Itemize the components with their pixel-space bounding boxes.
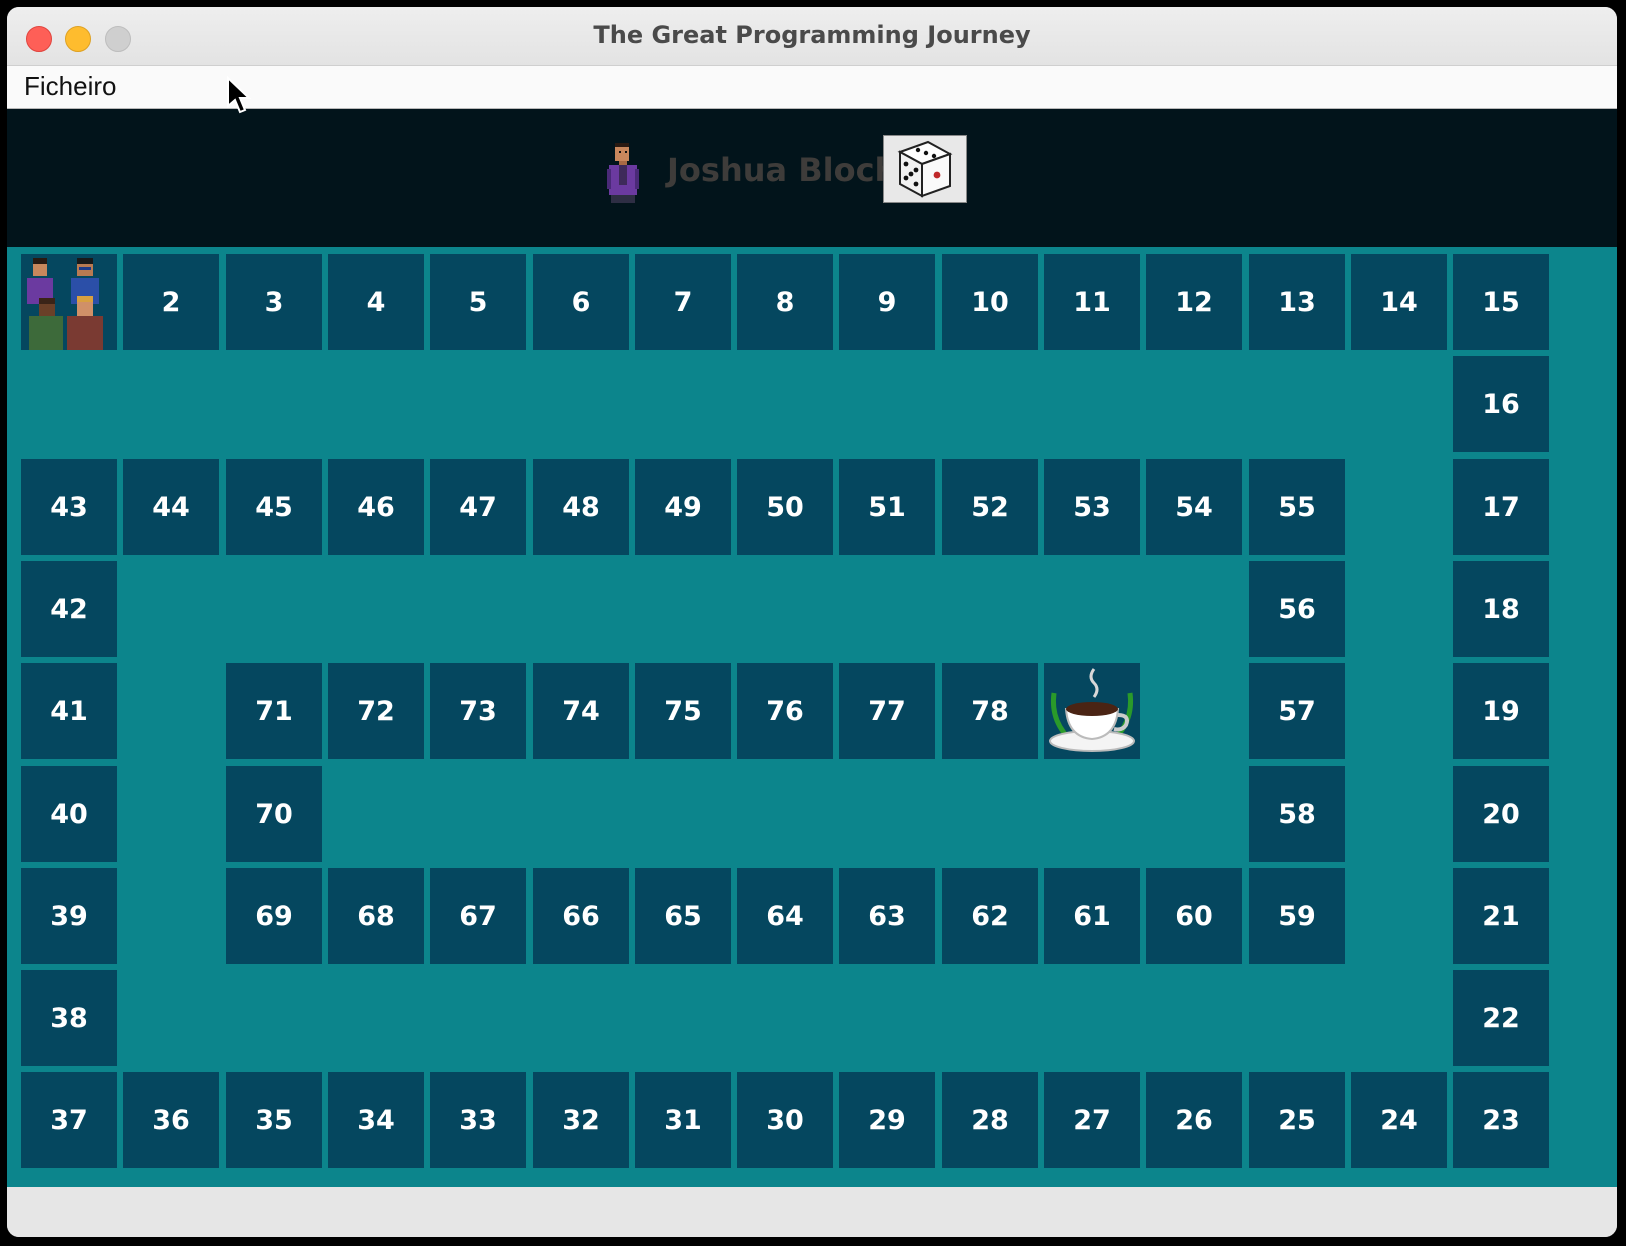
players-group-icon — [27, 258, 103, 350]
board-cell: 68 — [328, 868, 424, 964]
board-cell: 56 — [1249, 561, 1345, 657]
board-cell: 19 — [1453, 663, 1549, 759]
board-cell: 65 — [635, 868, 731, 964]
board-cell: 20 — [1453, 766, 1549, 862]
board-cell: 36 — [123, 1072, 219, 1168]
window-bottom-strip — [7, 1187, 1617, 1237]
board-cell: 26 — [1146, 1072, 1242, 1168]
board-cell: 7 — [635, 254, 731, 350]
board-cell: 14 — [1351, 254, 1447, 350]
board-cell: 71 — [226, 663, 322, 759]
board-cell-start — [21, 254, 117, 350]
board-cell: 22 — [1453, 970, 1549, 1066]
board-cell: 6 — [533, 254, 629, 350]
board-cell: 32 — [533, 1072, 629, 1168]
turn-header: Joshua Bloch — [7, 109, 1617, 247]
board-cell: 45 — [226, 459, 322, 555]
board-cell: 41 — [21, 663, 117, 759]
board-cell: 53 — [1044, 459, 1140, 555]
board-cell: 10 — [942, 254, 1038, 350]
current-player-name: Joshua Bloch — [667, 151, 898, 189]
board-cell: 8 — [737, 254, 833, 350]
board-cell: 66 — [533, 868, 629, 964]
board-cell: 54 — [1146, 459, 1242, 555]
roll-dice-button[interactable] — [883, 135, 967, 203]
board-cell: 49 — [635, 459, 731, 555]
board-cell: 15 — [1453, 254, 1549, 350]
board-cell: 5 — [430, 254, 526, 350]
menu-file[interactable]: Ficheiro — [24, 71, 116, 102]
board-cell: 73 — [430, 663, 526, 759]
board-cell: 52 — [942, 459, 1038, 555]
app-window: The Great Programming Journey Ficheiro J… — [7, 7, 1617, 1237]
board-cell: 60 — [1146, 868, 1242, 964]
board-cell: 74 — [533, 663, 629, 759]
board-cell: 59 — [1249, 868, 1345, 964]
board-cell: 23 — [1453, 1072, 1549, 1168]
game-board: 2 3 4 5 6 7 8 9 10 11 12 13 14 15 16 17 18 19 20 21 22 23 24 25… — [7, 247, 1617, 1187]
board-cell: 77 — [839, 663, 935, 759]
board-cell: 50 — [737, 459, 833, 555]
board-cell: 61 — [1044, 868, 1140, 964]
board-cell: 42 — [21, 561, 117, 657]
board-cell: 63 — [839, 868, 935, 964]
board-cell: 55 — [1249, 459, 1345, 555]
board-cell: 69 — [226, 868, 322, 964]
mouse-pointer-icon — [227, 76, 252, 114]
board-cell: 62 — [942, 868, 1038, 964]
board-cell: 34 — [328, 1072, 424, 1168]
board-cell: 18 — [1453, 561, 1549, 657]
board-cell: 75 — [635, 663, 731, 759]
window-title: The Great Programming Journey — [593, 21, 1031, 49]
board-cell: 46 — [328, 459, 424, 555]
board-cell: 11 — [1044, 254, 1140, 350]
board-cell: 31 — [635, 1072, 731, 1168]
board-cell: 12 — [1146, 254, 1242, 350]
board-cell: 2 — [123, 254, 219, 350]
board-cell: 58 — [1249, 766, 1345, 862]
board-cell: 78 — [942, 663, 1038, 759]
board-cell: 67 — [430, 868, 526, 964]
board-cell: 40 — [21, 766, 117, 862]
board-cell: 76 — [737, 663, 833, 759]
board-cell: 28 — [942, 1072, 1038, 1168]
board-cell: 72 — [328, 663, 424, 759]
board-cell: 24 — [1351, 1072, 1447, 1168]
board-cell: 43 — [21, 459, 117, 555]
board-cell: 48 — [533, 459, 629, 555]
board-cell: 3 — [226, 254, 322, 350]
board-cell: 33 — [430, 1072, 526, 1168]
board-cell: 9 — [839, 254, 935, 350]
board-cell: 64 — [737, 868, 833, 964]
board-cell: 47 — [430, 459, 526, 555]
board-cell: 57 — [1249, 663, 1345, 759]
board-cell: 27 — [1044, 1072, 1140, 1168]
board-cell: 4 — [328, 254, 424, 350]
board-cell: 21 — [1453, 868, 1549, 964]
board-cell: 35 — [226, 1072, 322, 1168]
board-cell: 13 — [1249, 254, 1345, 350]
board-cell: 39 — [21, 868, 117, 964]
dice-icon — [897, 140, 953, 198]
board-cell: 44 — [123, 459, 219, 555]
board-cell: 70 — [226, 766, 322, 862]
board-cell: 37 — [21, 1072, 117, 1168]
coffee-cup-icon — [1049, 668, 1135, 752]
board-cell: 17 — [1453, 459, 1549, 555]
board-cell: 16 — [1453, 356, 1549, 452]
board-cell: 51 — [839, 459, 935, 555]
board-cell: 29 — [839, 1072, 935, 1168]
player-avatar-icon — [607, 143, 639, 203]
board-cell: 25 — [1249, 1072, 1345, 1168]
board-cell: 38 — [21, 970, 117, 1066]
board-cell-finish — [1044, 663, 1140, 759]
board-cell: 30 — [737, 1072, 833, 1168]
title-bar: The Great Programming Journey — [7, 7, 1617, 66]
